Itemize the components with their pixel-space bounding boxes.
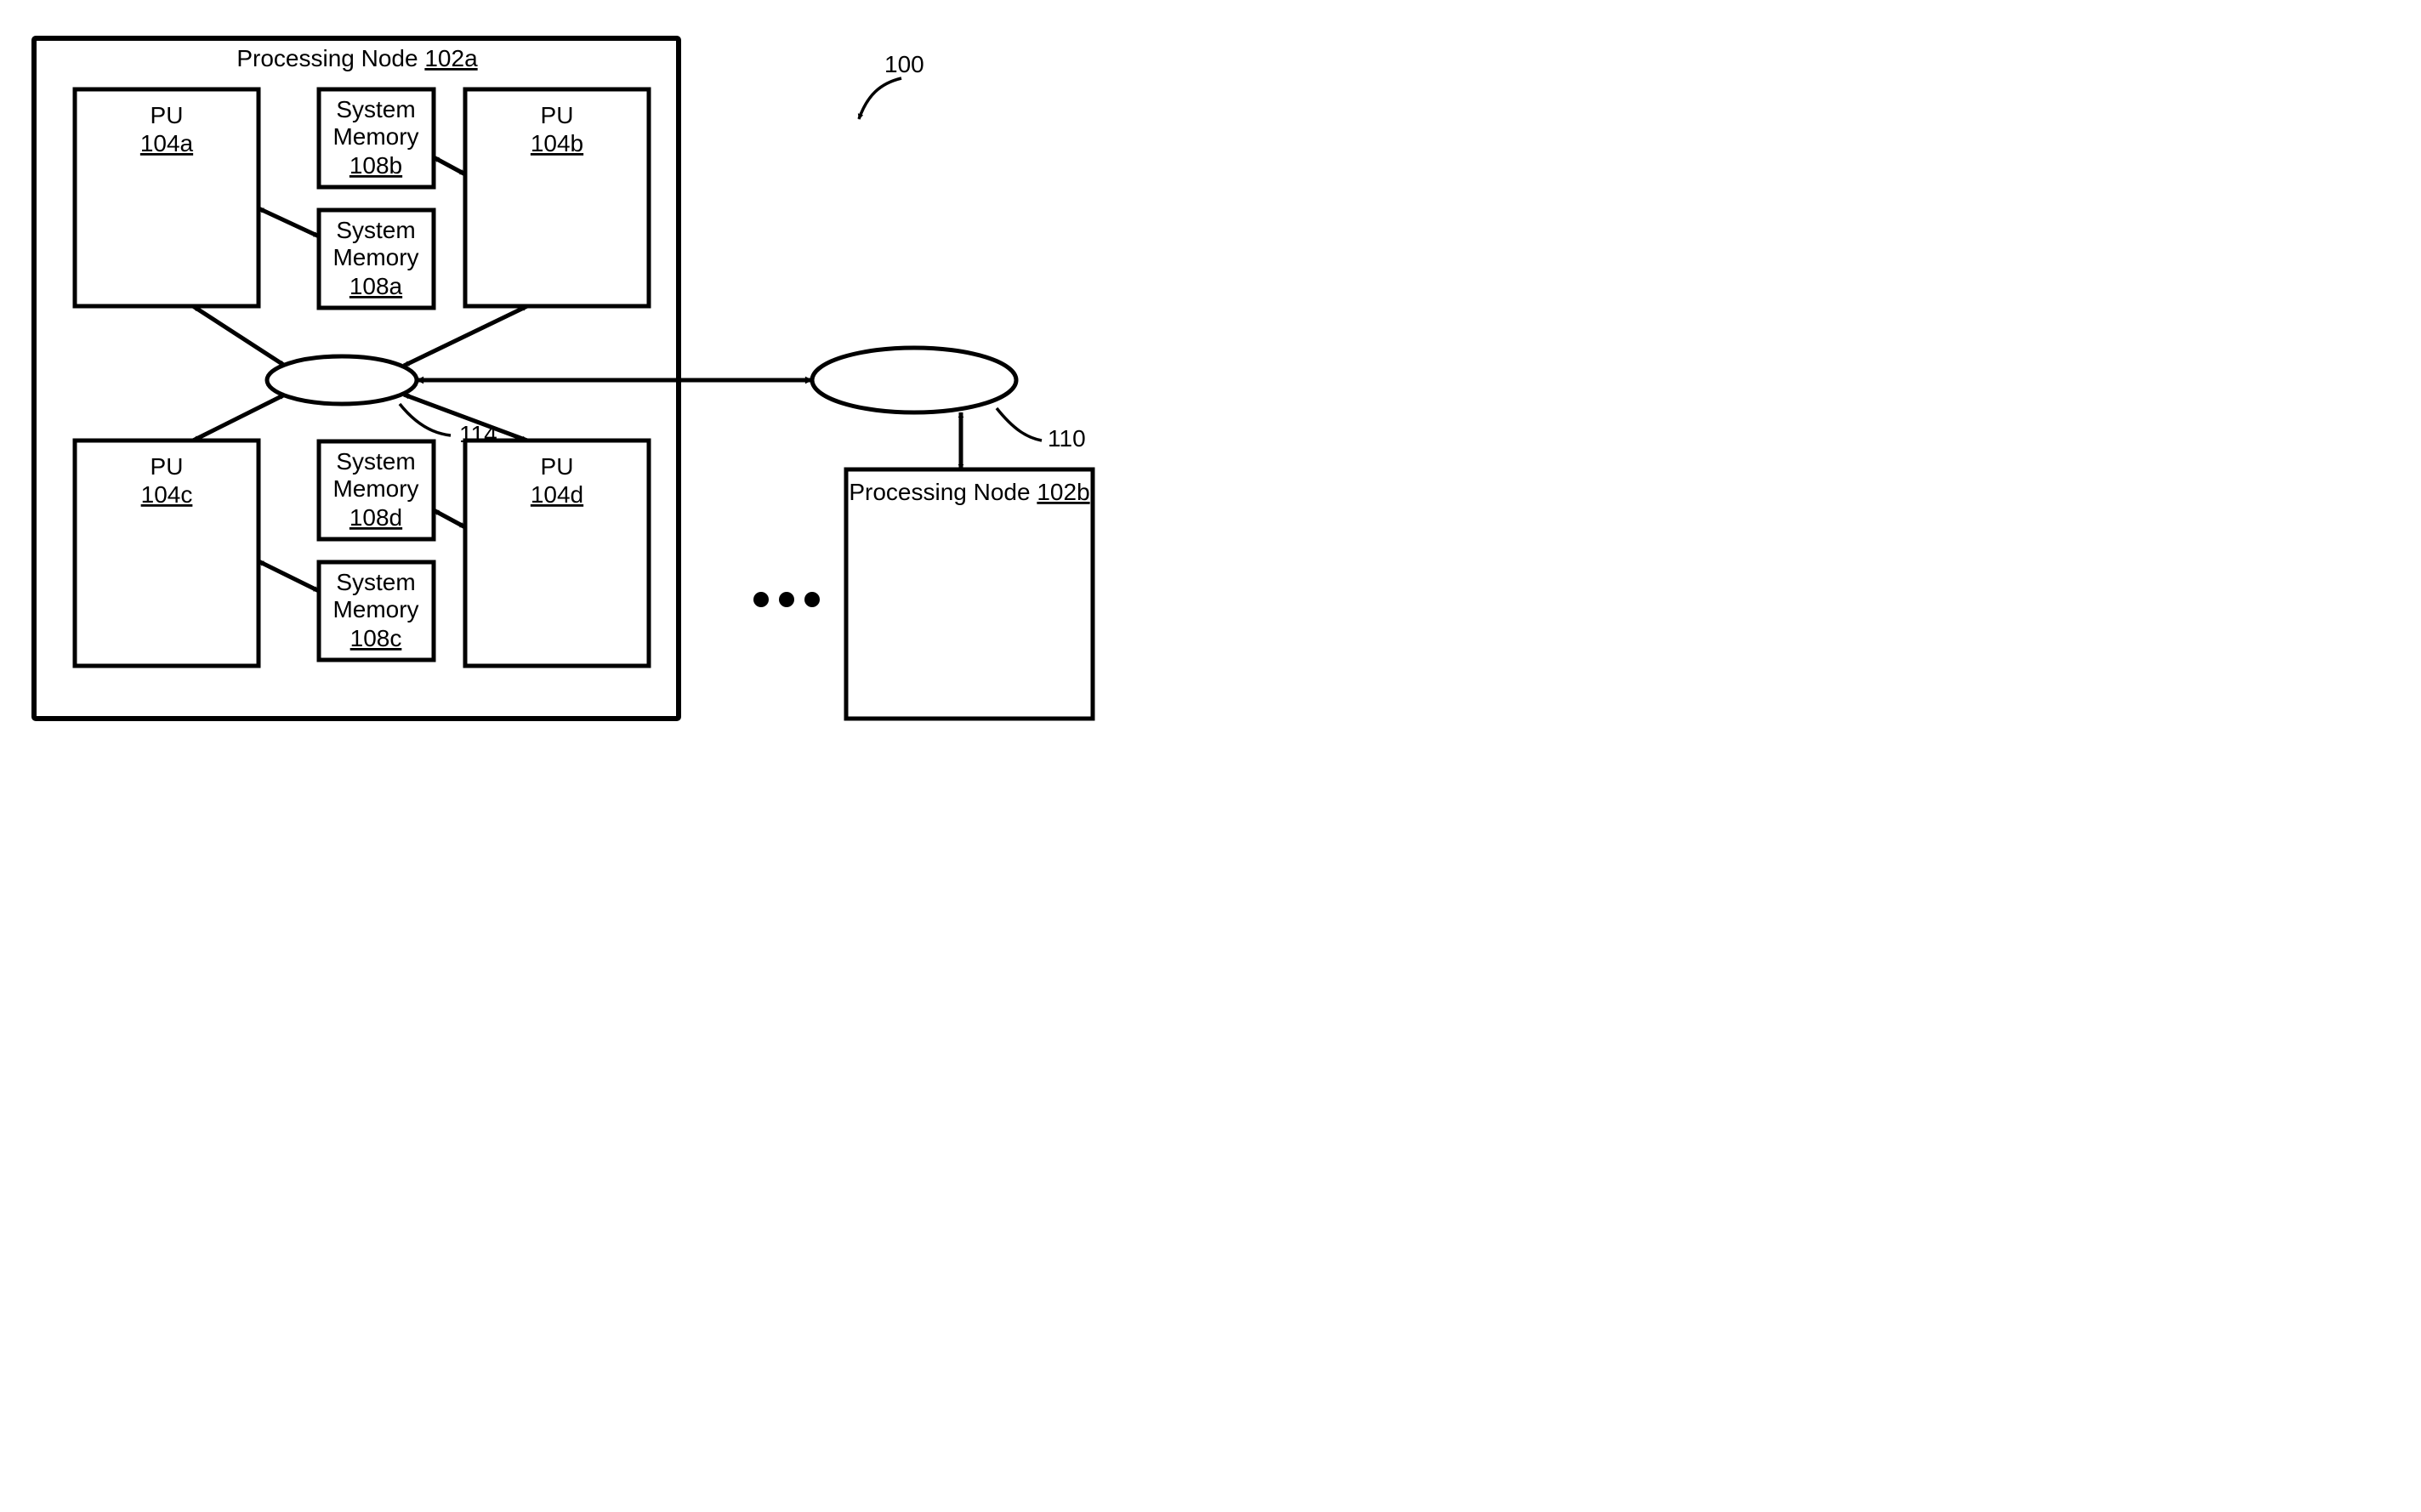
arrow-mem108d-pu104d [434,510,465,527]
arrow-mem108a-pu104a [259,208,319,236]
mem-108a-l2: Memory [332,244,418,270]
system-interconnect-ellipse [812,348,1016,412]
pu-104b-label: PU [541,102,574,128]
pu-104b-ref: 104b [531,130,583,156]
arrow-mem108b-pu104b [434,157,465,174]
system-interconnect-ref: 110 [1048,425,1086,452]
arrow-mem108c-pu104c [259,561,319,591]
pu-104a-ref: 104a [140,130,194,156]
system-interconnect-leader [997,408,1042,441]
mem-108d-l1: System [336,448,415,475]
node-a-title: Processing Node 102a [236,45,478,71]
figure-label-leader [859,78,901,119]
pu-104d-ref: 104d [531,481,583,508]
node-b-title: Processing Node 102b [849,479,1089,505]
arrow-pu104c-interconnect [193,395,285,441]
mem-108d-l2: Memory [332,475,418,502]
pu-104c-label: PU [151,453,184,480]
mem-108c-ref: 108c [350,625,402,651]
node-b-box [846,469,1093,719]
ellipsis-dot [804,592,820,607]
mem-108a-l1: System [336,217,415,243]
mem-108a-ref: 108a [350,273,403,299]
arrow-pu104a-interconnect [193,306,285,366]
mem-108b-l1: System [336,96,415,122]
mem-108b-ref: 108b [350,152,402,179]
mem-108d-ref: 108d [350,504,402,531]
arrow-pu104b-interconnect [404,306,527,366]
pu-104a-label: PU [151,102,184,128]
pu-104c-ref: 104c [141,481,193,508]
ellipsis-dot [779,592,794,607]
mem-108b-l2: Memory [332,123,418,150]
mem-108c-l2: Memory [332,596,418,622]
pu-104d-label: PU [541,453,574,480]
ellipsis-dot [753,592,769,607]
local-interconnect-ellipse [267,356,417,404]
local-interconnect-ref: 114 [459,421,497,447]
mem-108c-l1: System [336,569,415,595]
figure-label: 100 [884,51,924,77]
